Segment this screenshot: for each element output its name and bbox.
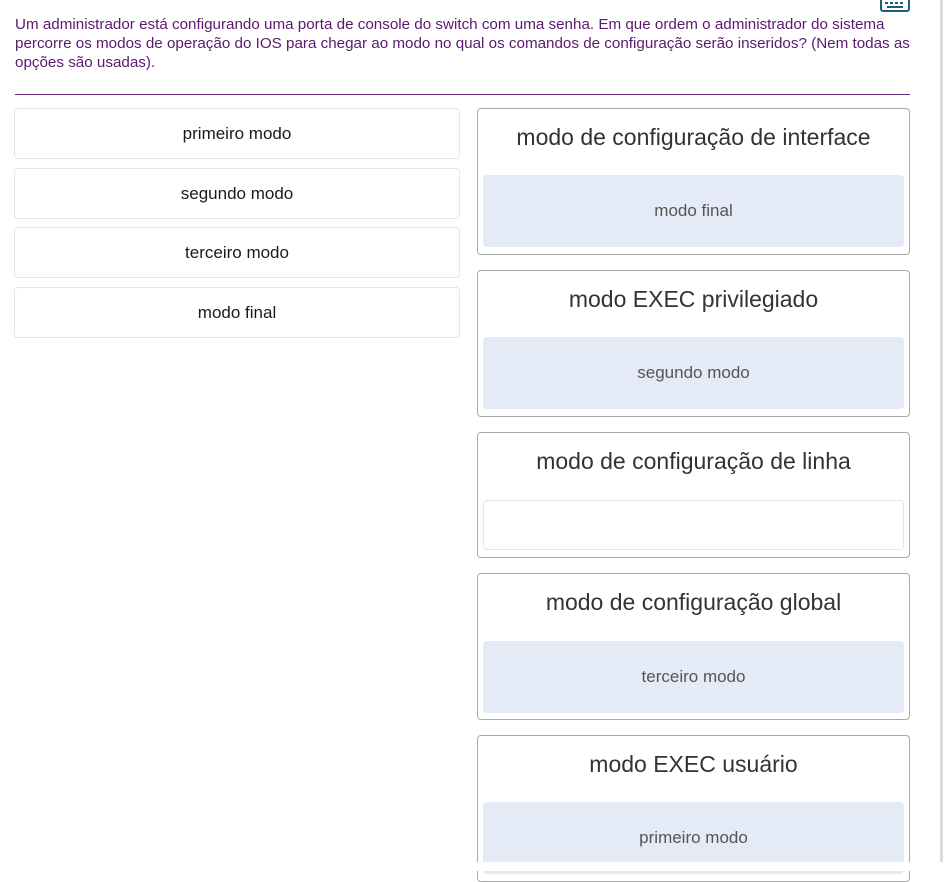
drop-zone[interactable]: segundo modo	[483, 337, 904, 409]
drag-option-final[interactable]: modo final	[14, 287, 460, 338]
target-title: modo de configuração de interface	[516, 124, 871, 150]
target-privileged-exec: modo EXEC privilegiado segundo modo	[477, 270, 910, 417]
drop-zone[interactable]: modo final	[483, 175, 904, 247]
drag-option-second[interactable]: segundo modo	[14, 168, 460, 219]
drop-zone[interactable]: terceiro modo	[483, 641, 904, 713]
divider	[15, 94, 910, 95]
target-title: modo de configuração global	[545, 589, 842, 615]
target-global-config: modo de configuração global terceiro mod…	[477, 573, 910, 720]
scrollbar-track[interactable]	[940, 0, 943, 862]
drag-option-third[interactable]: terceiro modo	[14, 227, 460, 278]
question-text: Um administrador está configurando uma p…	[15, 16, 910, 71]
drag-option-first[interactable]: primeiro modo	[14, 108, 460, 159]
target-title: modo EXEC usuário	[589, 751, 798, 777]
target-title: modo de configuração de linha	[536, 448, 851, 474]
target-user-exec: modo EXEC usuário primeiro modo	[477, 735, 910, 882]
target-line-config: modo de configuração de linha	[477, 432, 910, 558]
target-title: modo EXEC privilegiado	[568, 286, 819, 312]
viewport-bottom-edge	[0, 862, 947, 871]
target-interface-config: modo de configuração de interface modo f…	[477, 108, 910, 255]
keyboard-icon[interactable]	[880, 0, 910, 12]
drop-zone-empty[interactable]	[483, 500, 904, 550]
